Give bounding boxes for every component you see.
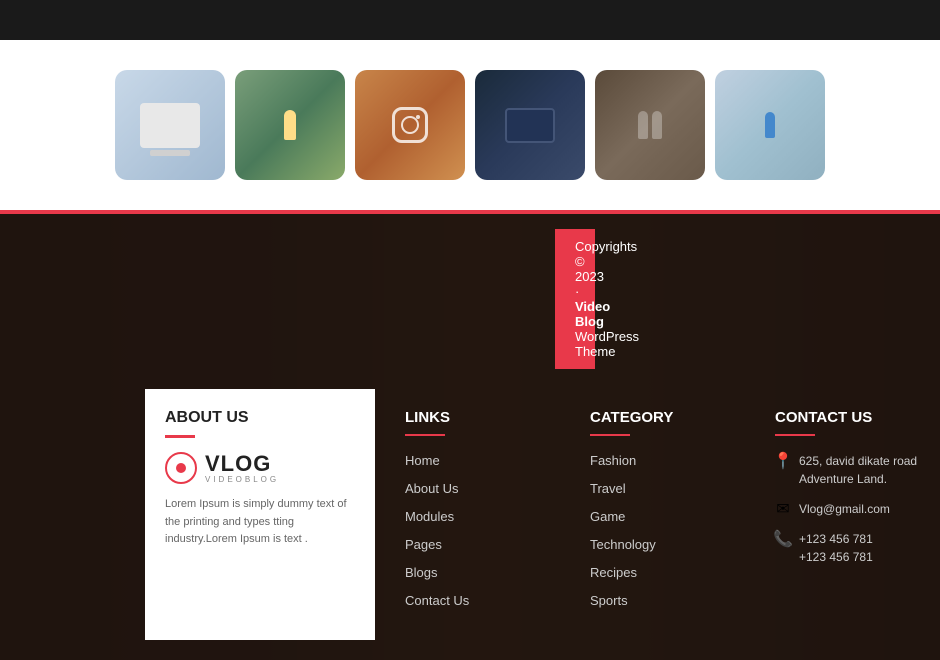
category-list: Fashion Travel Game Technology Recipes S… [590, 452, 735, 610]
travel-link[interactable]: Travel [590, 481, 626, 496]
copyright-wrapper: Copyrights © 2023 · Video Blog WordPress… [235, 229, 705, 369]
modules-link[interactable]: Modules [405, 509, 454, 524]
links-title: LINKS [405, 409, 550, 426]
category-title: CATEGORY [590, 409, 735, 426]
email-icon: ✉ [775, 501, 791, 517]
about-link[interactable]: About Us [405, 481, 458, 496]
technology-link[interactable]: Technology [590, 537, 656, 552]
contact-address-item: 📍 625, david dikate road Adventure Land. [775, 452, 920, 488]
brand-name: Video Blog [575, 299, 610, 329]
list-item[interactable]: About Us [405, 480, 550, 498]
about-title: ABOUT US [165, 409, 355, 427]
instagram-gallery [0, 40, 940, 210]
list-item[interactable]: Game [590, 508, 735, 526]
footer-top-row: Copyrights © 2023 · Video Blog WordPress… [0, 214, 940, 369]
vlog-logo: VLOG VIDEOBLOG [165, 452, 355, 484]
category-column: CATEGORY Fashion Travel Game Technology … [570, 389, 755, 640]
gallery-item[interactable] [115, 70, 225, 180]
vlog-circle-icon [165, 452, 197, 484]
copyright-bar: Copyrights © 2023 · Video Blog WordPress… [555, 229, 595, 369]
contact-column: CONTACT US 📍 625, david dikate road Adve… [755, 389, 940, 640]
list-item[interactable]: Recipes [590, 564, 735, 582]
phone1: +123 456 781 [799, 532, 873, 546]
links-list: Home About Us Modules Pages Blogs Contac… [405, 452, 550, 610]
contact-email: Vlog@gmail.com [799, 500, 890, 518]
home-link[interactable]: Home [405, 453, 440, 468]
game-link[interactable]: Game [590, 509, 625, 524]
contact-phone-item: 📞 +123 456 781 +123 456 781 [775, 530, 920, 566]
contact-link[interactable]: Contact Us [405, 593, 469, 608]
footer-columns: ABOUT US VLOG VIDEOBLOG Lorem Ipsum is s… [0, 369, 940, 660]
vlog-dot [176, 463, 186, 473]
blogs-link[interactable]: Blogs [405, 565, 438, 580]
contact-title: CONTACT US [775, 409, 920, 426]
instagram-icon [392, 107, 428, 143]
list-item[interactable]: Home [405, 452, 550, 470]
gallery-item[interactable] [595, 70, 705, 180]
vlog-brand-name: VLOG [205, 453, 279, 475]
contact-email-item: ✉ Vlog@gmail.com [775, 500, 920, 518]
contact-phones: +123 456 781 +123 456 781 [799, 530, 873, 566]
location-pin-icon: 📍 [775, 453, 791, 469]
vlog-text-group: VLOG VIDEOBLOG [205, 453, 279, 484]
vlog-sub-label: VIDEOBLOG [205, 475, 279, 484]
sports-link[interactable]: Sports [590, 593, 628, 608]
about-red-underline [165, 435, 195, 438]
gallery-item[interactable] [355, 70, 465, 180]
fashion-link[interactable]: Fashion [590, 453, 636, 468]
about-description: Lorem Ipsum is simply dummy text of the … [165, 496, 355, 549]
about-us-column: ABOUT US VLOG VIDEOBLOG Lorem Ipsum is s… [145, 389, 375, 640]
bridge-person-icon [284, 110, 296, 140]
list-item[interactable]: Contact Us [405, 592, 550, 610]
couple-icon [638, 111, 662, 139]
gallery-item[interactable] [235, 70, 345, 180]
list-item[interactable]: Technology [590, 536, 735, 554]
desk-icon [140, 103, 200, 148]
contact-red-underline [775, 434, 815, 436]
list-item[interactable]: Fashion [590, 452, 735, 470]
list-item[interactable]: Sports [590, 592, 735, 610]
gallery-item[interactable] [715, 70, 825, 180]
screen-icon [505, 108, 555, 143]
footer: Copyrights © 2023 · Video Blog WordPress… [0, 214, 940, 660]
list-item[interactable]: Pages [405, 536, 550, 554]
list-item[interactable]: Modules [405, 508, 550, 526]
list-item[interactable]: Blogs [405, 564, 550, 582]
links-column: LINKS Home About Us Modules Pages Blogs … [375, 389, 570, 640]
contact-address: 625, david dikate road Adventure Land. [799, 452, 920, 488]
category-red-underline [590, 434, 630, 436]
jump-person-icon [765, 112, 775, 138]
recipes-link[interactable]: Recipes [590, 565, 637, 580]
top-dark-bar [0, 0, 940, 40]
links-red-underline [405, 434, 445, 436]
pages-link[interactable]: Pages [405, 537, 442, 552]
copyright-suffix: WordPress Theme [575, 329, 639, 359]
list-item[interactable]: Travel [590, 480, 735, 498]
phone-icon: 📞 [775, 531, 791, 547]
copyright-text: Copyrights © 2023 · [575, 239, 637, 299]
phone2: +123 456 781 [799, 550, 873, 564]
gallery-item[interactable] [475, 70, 585, 180]
